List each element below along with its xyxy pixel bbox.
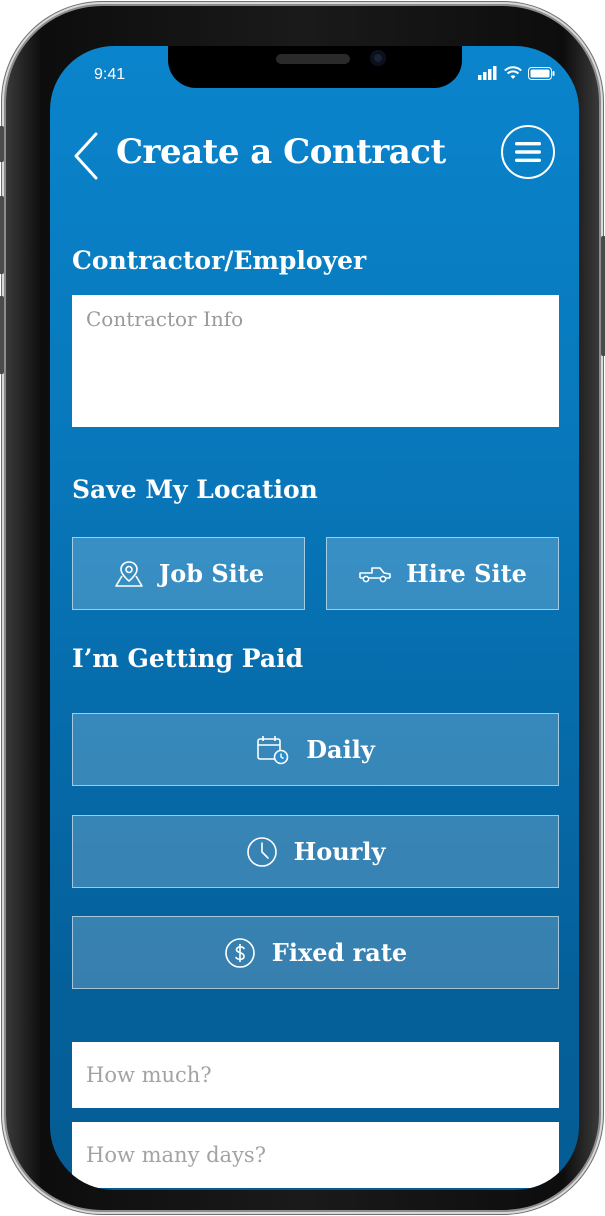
wifi-icon bbox=[504, 66, 522, 79]
amount-input[interactable] bbox=[72, 1042, 559, 1108]
cellular-signal-icon bbox=[478, 66, 497, 80]
back-button[interactable] bbox=[70, 130, 104, 180]
notch bbox=[168, 46, 462, 88]
daily-rate-button[interactable]: Daily bbox=[72, 713, 559, 786]
hire-site-button[interactable]: Hire Site bbox=[326, 537, 559, 610]
payment-label: I’m Getting Paid bbox=[72, 644, 304, 673]
days-input[interactable] bbox=[72, 1122, 559, 1188]
status-time: 9:41 bbox=[94, 66, 126, 83]
battery-icon bbox=[528, 66, 555, 80]
volume-up-button bbox=[0, 196, 4, 274]
hourly-rate-button[interactable]: Hourly bbox=[72, 815, 559, 888]
phone-frame: 9:41 Create a Contract Contractor/Employ… bbox=[0, 6, 605, 1210]
app-screen: 9:41 Create a Contract Contractor/Employ… bbox=[50, 46, 579, 1190]
hire-site-label: Hire Site bbox=[406, 559, 527, 588]
dollar-icon bbox=[224, 937, 256, 969]
mute-switch bbox=[0, 126, 4, 162]
volume-down-button bbox=[0, 296, 4, 374]
contractor-label: Contractor/Employer bbox=[72, 246, 367, 275]
hamburger-menu-icon bbox=[515, 142, 541, 162]
location-label: Save My Location bbox=[72, 475, 318, 504]
job-site-button[interactable]: Job Site bbox=[72, 537, 305, 610]
contractor-info-field[interactable]: Contractor Info bbox=[72, 295, 559, 427]
contractor-info-placeholder: Contractor Info bbox=[86, 307, 244, 331]
hourly-label: Hourly bbox=[293, 837, 386, 866]
page-title: Create a Contract bbox=[116, 132, 446, 172]
chevron-left-icon bbox=[74, 132, 98, 180]
clock-icon bbox=[246, 836, 278, 868]
daily-label: Daily bbox=[306, 735, 375, 764]
speaker-grille bbox=[276, 54, 350, 64]
status-icons bbox=[478, 66, 555, 80]
front-camera bbox=[370, 50, 386, 66]
fixed-rate-label: Fixed rate bbox=[271, 938, 408, 967]
header: Create a Contract bbox=[50, 125, 579, 186]
map-pin-icon bbox=[113, 559, 145, 589]
power-button bbox=[601, 236, 605, 356]
calendar-clock-icon bbox=[256, 735, 290, 765]
fixed-rate-button[interactable]: Fixed rate bbox=[72, 916, 559, 989]
job-site-label: Job Site bbox=[158, 559, 265, 588]
truck-icon bbox=[358, 563, 392, 585]
menu-button[interactable] bbox=[501, 125, 555, 179]
